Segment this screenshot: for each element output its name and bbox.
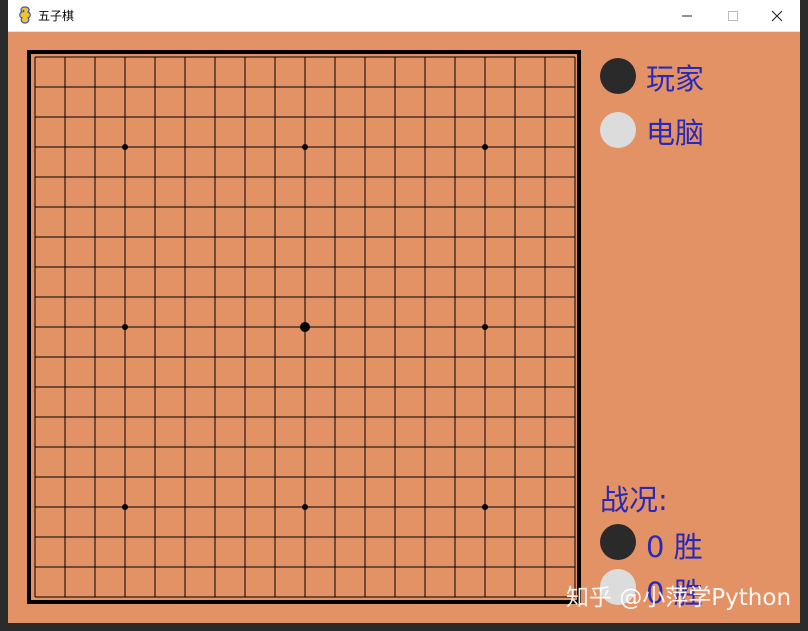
star-point [482, 504, 488, 510]
pygame-snake-icon [19, 6, 31, 24]
center-star-point [300, 322, 310, 332]
player-stats-stone-icon [600, 524, 636, 560]
title-bar: 五子棋 [8, 0, 800, 32]
player-label: 玩家 [646, 62, 705, 96]
window-title: 五子棋 [38, 9, 75, 23]
minimize-icon [682, 15, 692, 16]
close-icon [771, 10, 783, 21]
star-point [482, 324, 488, 330]
minimize-button[interactable] [664, 0, 710, 31]
star-point [482, 144, 488, 150]
star-point [122, 504, 128, 510]
player-stone-icon [600, 58, 636, 94]
gomoku-board[interactable] [8, 31, 588, 611]
maximize-button[interactable] [710, 0, 756, 31]
game-window: 五子棋 玩家 电脑 战况: 0 胜 0 胜 知乎 @小萍学Python [8, 0, 800, 623]
maximize-icon [728, 10, 738, 21]
star-point [302, 504, 308, 510]
computer-stone-icon [600, 112, 636, 148]
watermark: 知乎 @小萍学Python [566, 585, 792, 611]
computer-label: 电脑 [646, 116, 705, 150]
star-point [302, 144, 308, 150]
close-button[interactable] [754, 0, 800, 31]
star-point [122, 144, 128, 150]
player-wins: 0 胜 [646, 530, 703, 564]
stats-title: 战况: [600, 483, 668, 517]
star-point [122, 324, 128, 330]
